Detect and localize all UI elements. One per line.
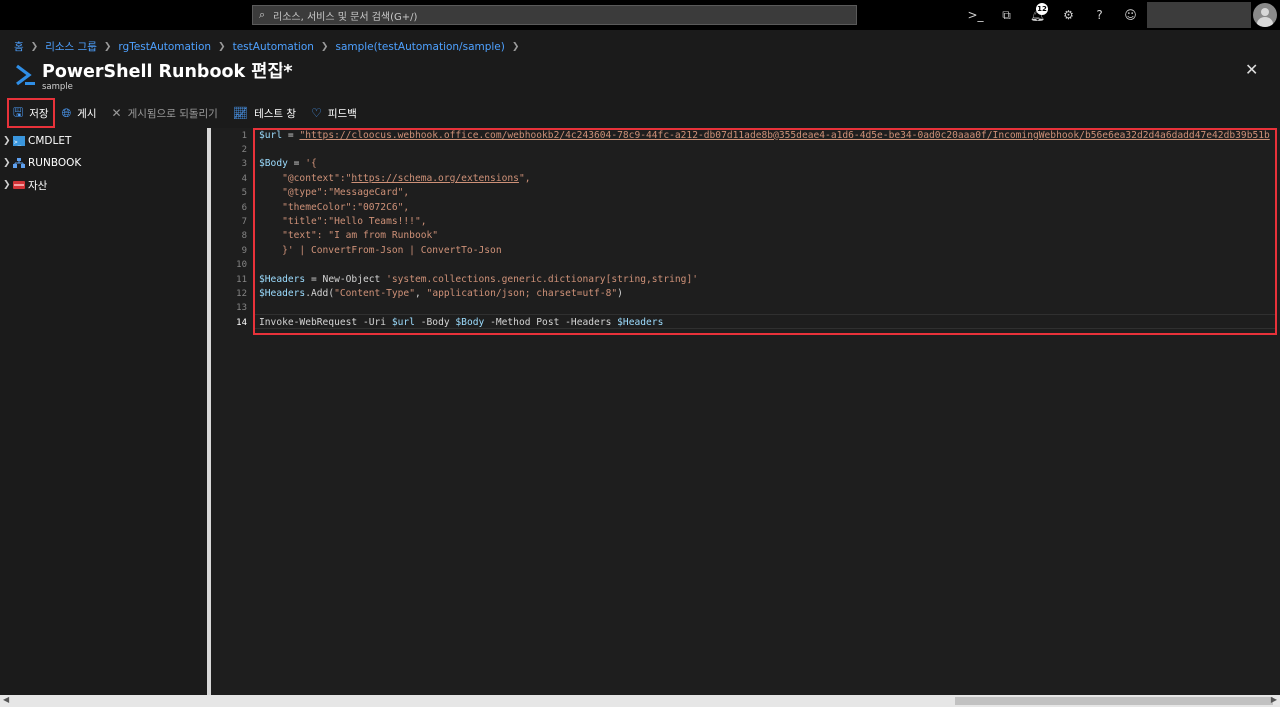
- gear-icon[interactable]: ⚙: [1053, 5, 1084, 25]
- publish-label: 게시: [77, 107, 97, 120]
- tree-item-cmdlet[interactable]: ❯ >_ CMDLET: [0, 130, 207, 152]
- code-line: $Body = '{: [259, 158, 317, 170]
- breadcrumb: 홈 ❯ 리소스 그룹 ❯ rgTestAutomation ❯ testAuto…: [14, 39, 526, 54]
- account-name[interactable]: [1147, 2, 1251, 28]
- line-number: 5: [241, 188, 247, 199]
- code-editor[interactable]: 1 2 3 4 5 6 7 8 9 10 11 12 13 14 $url = …: [211, 128, 1280, 695]
- help-icon[interactable]: ?: [1084, 5, 1115, 25]
- test-pane-label: 테스트 창: [254, 107, 297, 120]
- chevron-right-icon: ❯: [218, 41, 226, 52]
- line-number: 3: [241, 159, 247, 170]
- save-icon: 🖫︎: [13, 104, 24, 119]
- assets-icon: [13, 181, 25, 189]
- tree-item-assets[interactable]: ❯ 자산: [0, 174, 207, 196]
- globe-icon: 🌐︎: [61, 105, 72, 120]
- line-number: 11: [236, 274, 247, 285]
- cloud-shell-icon[interactable]: >_: [960, 5, 991, 25]
- search-placeholder: 리소스, 서비스 및 문서 검색(G+/): [273, 11, 418, 23]
- chevron-right-icon[interactable]: ❯: [3, 158, 13, 168]
- code-line: $Headers.Add("Content-Type", "applicatio…: [259, 287, 623, 299]
- code-line: "themeColor":"0072C6",: [259, 201, 410, 213]
- code-line: "@type":"MessageCard",: [259, 187, 410, 199]
- save-button[interactable]: 🖫︎ 저장: [7, 98, 55, 128]
- tree-item-label: 자산: [28, 179, 48, 192]
- line-number: 4: [241, 173, 247, 184]
- line-number: 7: [241, 216, 247, 227]
- search-icon: ⌕: [259, 8, 266, 21]
- line-number: 9: [241, 245, 247, 256]
- notification-badge: 12: [1036, 3, 1048, 15]
- close-icon: ✕: [111, 106, 122, 120]
- chevron-right-icon[interactable]: ❯: [3, 180, 13, 190]
- top-icons: >_ ⧉ 🔔︎ 12 ⚙ ? ☺: [960, 3, 1146, 25]
- code-line: "@context":"https://schema.org/extension…: [259, 172, 531, 184]
- command-bar: 🖫︎ 저장 🌐︎ 게시 ✕ 게시됨으로 되돌리기 📈︎ 테스트 창 ♡ 피드백: [0, 98, 1280, 128]
- powershell-icon: [16, 64, 35, 86]
- breadcrumb-resource-groups[interactable]: 리소스 그룹: [45, 39, 97, 54]
- cmdlet-icon: >_: [13, 136, 25, 146]
- close-icon[interactable]: ✕: [1245, 60, 1258, 79]
- code-line: $Headers = New-Object 'system.collection…: [259, 273, 698, 285]
- runbook-icon: [13, 158, 25, 168]
- directory-filter-icon[interactable]: ⧉: [991, 5, 1022, 25]
- feedback-icon[interactable]: ☺: [1115, 5, 1146, 25]
- test-pane-button[interactable]: 📈︎ 테스트 창: [228, 100, 301, 126]
- avatar[interactable]: [1253, 3, 1277, 27]
- breadcrumb-automation-account[interactable]: testAutomation: [233, 41, 314, 53]
- chevron-right-icon: ❯: [511, 41, 520, 52]
- breadcrumb-resource-group[interactable]: rgTestAutomation: [118, 41, 211, 53]
- revert-to-published-button[interactable]: ✕ 게시됨으로 되돌리기: [107, 100, 223, 126]
- revert-label: 게시됨으로 되돌리기: [127, 107, 218, 120]
- heart-icon: ♡: [311, 106, 322, 120]
- line-number: 1: [241, 130, 247, 141]
- line-number: 2: [241, 144, 247, 155]
- page-subtitle: sample: [42, 82, 73, 92]
- tree-item-runbook[interactable]: ❯ RUNBOOK: [0, 152, 207, 174]
- code-line: "text": "I am from Runbook": [259, 230, 439, 242]
- chevron-right-icon: ❯: [30, 41, 39, 52]
- code-line: $url = "https://cloocus.webhook.office.c…: [259, 129, 1270, 141]
- scroll-left-icon[interactable]: ◀: [3, 695, 9, 704]
- horizontal-scrollbar[interactable]: ◀ ▶: [0, 695, 1280, 707]
- feedback-label: 피드백: [327, 107, 357, 120]
- save-label: 저장: [29, 107, 49, 120]
- top-bar: ⌕ 리소스, 서비스 및 문서 검색(G+/) >_ ⧉ 🔔︎ 12 ⚙ ? ☺: [0, 0, 1280, 30]
- feedback-button[interactable]: ♡ 피드백: [306, 100, 362, 126]
- code-line: }' | ConvertFrom-Json | ConvertTo-Json: [259, 244, 502, 256]
- chevron-right-icon[interactable]: ❯: [3, 136, 13, 146]
- chevron-right-icon: ❯: [103, 41, 112, 52]
- scrollbar-thumb[interactable]: [955, 697, 1273, 705]
- line-number: 12: [236, 288, 247, 299]
- line-number: 13: [236, 303, 247, 314]
- code-line: "title":"Hello Teams!!!",: [259, 215, 427, 227]
- tree-item-label: RUNBOOK: [28, 157, 82, 169]
- line-number: 8: [241, 231, 247, 242]
- breadcrumb-home[interactable]: 홈: [14, 39, 24, 54]
- test-chart-icon: 📈︎: [232, 106, 249, 120]
- page-title: PowerShell Runbook 편집*: [42, 62, 293, 82]
- breadcrumb-runbook[interactable]: sample(testAutomation/sample): [335, 41, 504, 53]
- more-options-button[interactable]: ···: [280, 60, 291, 74]
- line-number: 6: [241, 202, 247, 213]
- code-line: Invoke-WebRequest -Uri $url -Body $Body …: [259, 316, 664, 328]
- chevron-right-icon: ❯: [320, 41, 329, 52]
- publish-button[interactable]: 🌐︎ 게시: [57, 100, 102, 126]
- scroll-right-icon[interactable]: ▶: [1271, 695, 1277, 704]
- line-number-gutter: 1 2 3 4 5 6 7 8 9 10 11 12 13 14: [211, 128, 247, 695]
- resource-tree: ❯ >_ CMDLET ❯ RUNBOOK ❯ 자산: [0, 130, 207, 695]
- search-input[interactable]: ⌕ 리소스, 서비스 및 문서 검색(G+/): [252, 5, 857, 25]
- bell-icon[interactable]: 🔔︎ 12: [1022, 3, 1053, 25]
- overview-ruler: [1272, 128, 1280, 695]
- line-number: 10: [236, 260, 247, 271]
- tree-item-label: CMDLET: [28, 135, 72, 147]
- svg-text:>_: >_: [14, 139, 22, 146]
- line-number: 14: [236, 317, 247, 328]
